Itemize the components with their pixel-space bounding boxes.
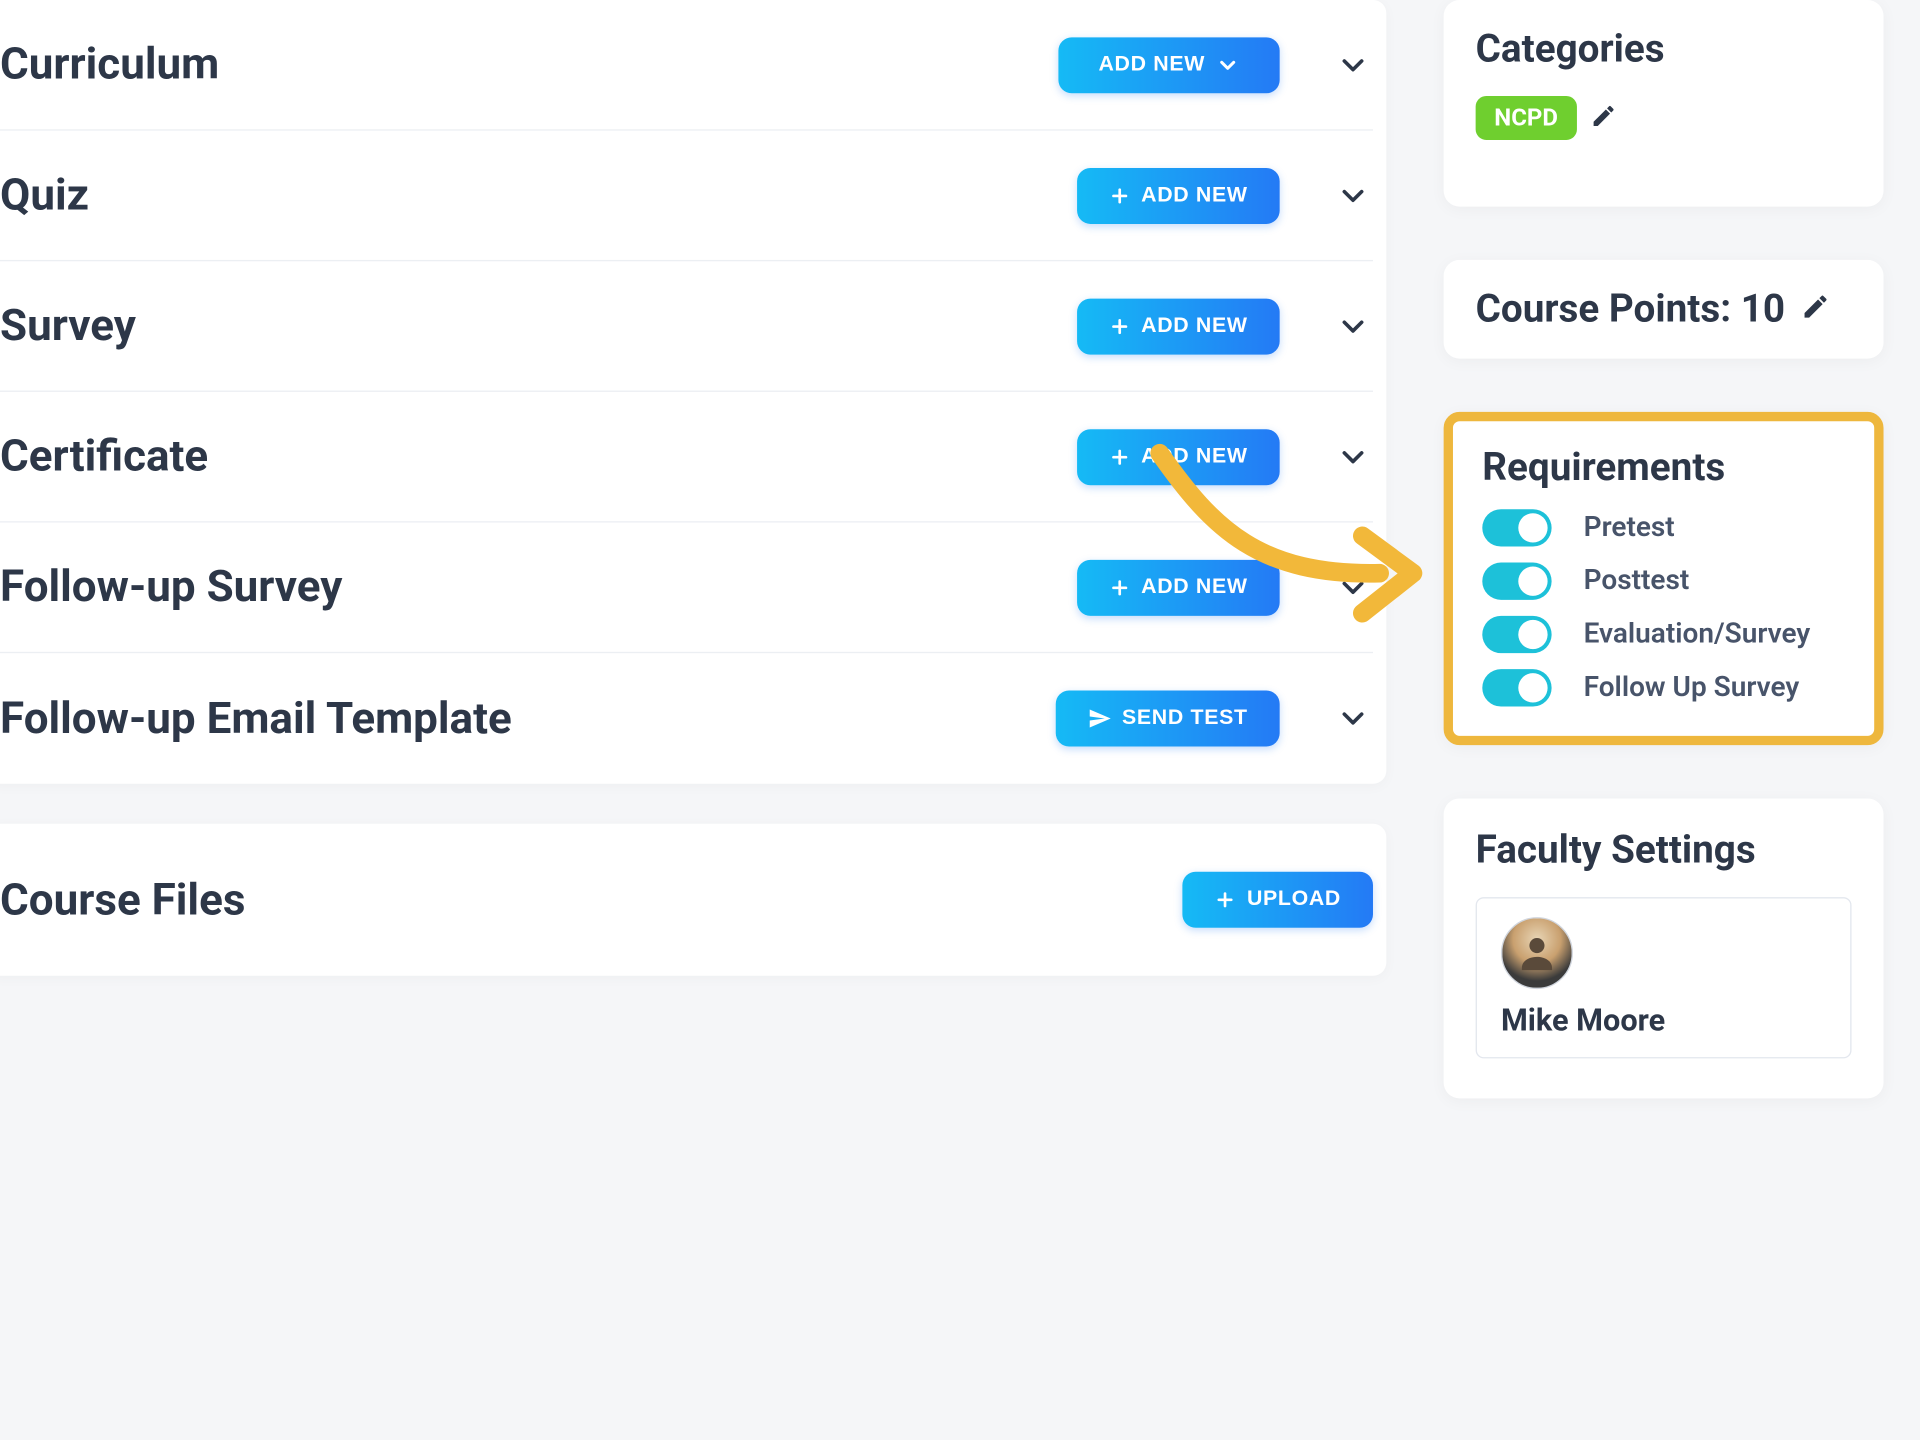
- edit-categories-button[interactable]: [1590, 102, 1617, 134]
- expand-certificate-button[interactable]: [1333, 437, 1373, 477]
- expand-followup-email-button[interactable]: [1333, 698, 1373, 738]
- course-points-card: Course Points: 10: [1444, 260, 1884, 359]
- course-points-label: Course Points: 10: [1476, 287, 1785, 332]
- toggle-posttest[interactable]: [1482, 563, 1551, 600]
- plus-icon: [1109, 185, 1130, 206]
- plus-icon: [1109, 315, 1130, 336]
- toggle-evaluation[interactable]: [1482, 616, 1551, 653]
- requirement-label: Posttest: [1584, 565, 1690, 597]
- toggle-pretest[interactable]: [1482, 509, 1551, 546]
- course-files-card: Course Files UPLOAD: [0, 824, 1386, 976]
- button-label: UPLOAD: [1247, 888, 1341, 912]
- section-row-followup-survey: Follow-up Survey ADD NEW: [0, 523, 1373, 654]
- section-row-quiz: Quiz ADD NEW: [0, 131, 1373, 262]
- requirements-card: Requirements Pretest Posttest Evaluation…: [1444, 412, 1884, 745]
- chevron-down-icon: [1336, 47, 1371, 82]
- paper-plane-icon: [1087, 706, 1111, 730]
- add-new-survey-button[interactable]: ADD NEW: [1077, 298, 1280, 354]
- section-title-curriculum: Curriculum: [0, 39, 219, 91]
- chevron-down-icon: [1336, 309, 1371, 344]
- button-label: ADD NEW: [1141, 314, 1248, 338]
- faculty-member[interactable]: Mike Moore: [1476, 897, 1852, 1058]
- section-title-followup-email: Follow-up Email Template: [0, 692, 512, 744]
- button-label: ADD NEW: [1141, 575, 1248, 599]
- section-row-curriculum: Curriculum ADD NEW: [0, 0, 1373, 131]
- requirement-item-posttest: Posttest: [1482, 563, 1845, 600]
- requirement-label: Follow Up Survey: [1584, 672, 1800, 704]
- section-title-survey: Survey: [0, 300, 136, 352]
- expand-curriculum-button[interactable]: [1333, 45, 1373, 85]
- chevron-down-icon: [1336, 570, 1371, 605]
- section-title-quiz: Quiz: [0, 169, 89, 221]
- send-test-button[interactable]: SEND TEST: [1055, 690, 1279, 746]
- toggle-followup[interactable]: [1482, 669, 1551, 706]
- section-row-survey: Survey ADD NEW: [0, 261, 1373, 392]
- section-row-certificate: Certificate ADD NEW: [0, 392, 1373, 523]
- button-label: ADD NEW: [1141, 183, 1248, 207]
- add-new-curriculum-button[interactable]: ADD NEW: [1058, 37, 1279, 93]
- expand-quiz-button[interactable]: [1333, 175, 1373, 215]
- chevron-down-icon: [1336, 178, 1371, 213]
- section-row-followup-email: Follow-up Email Template SEND TEST: [0, 653, 1373, 784]
- pencil-icon: [1801, 292, 1830, 321]
- person-icon: [1514, 930, 1559, 975]
- category-tag: NCPD: [1476, 96, 1577, 140]
- add-new-quiz-button[interactable]: ADD NEW: [1077, 167, 1280, 223]
- chevron-down-icon: [1336, 701, 1371, 736]
- categories-card: Categories NCPD: [1444, 0, 1884, 207]
- upload-button[interactable]: UPLOAD: [1183, 872, 1373, 928]
- faculty-title: Faculty Settings: [1476, 828, 1852, 873]
- expand-survey-button[interactable]: [1333, 306, 1373, 346]
- pencil-icon: [1590, 102, 1617, 129]
- categories-title: Categories: [1476, 27, 1852, 72]
- requirement-item-evaluation: Evaluation/Survey: [1482, 616, 1845, 653]
- plus-icon: [1109, 577, 1130, 598]
- button-label: ADD NEW: [1141, 445, 1248, 469]
- add-new-certificate-button[interactable]: ADD NEW: [1077, 429, 1280, 485]
- section-title-followup-survey: Follow-up Survey: [0, 561, 342, 613]
- requirement-item-pretest: Pretest: [1482, 509, 1845, 546]
- faculty-name: Mike Moore: [1501, 1002, 1826, 1038]
- section-title-certificate: Certificate: [0, 431, 208, 483]
- button-label: ADD NEW: [1098, 53, 1205, 77]
- plus-icon: [1215, 889, 1236, 910]
- edit-points-button[interactable]: [1801, 292, 1830, 327]
- faculty-settings-card: Faculty Settings Mike Moore: [1444, 798, 1884, 1098]
- plus-icon: [1109, 446, 1130, 467]
- chevron-down-icon: [1216, 53, 1240, 77]
- avatar: [1501, 917, 1573, 989]
- chevron-down-icon: [1336, 439, 1371, 474]
- expand-followup-survey-button[interactable]: [1333, 567, 1373, 607]
- requirement-label: Evaluation/Survey: [1584, 619, 1811, 651]
- course-files-title: Course Files: [0, 874, 245, 926]
- requirement-label: Pretest: [1584, 512, 1675, 544]
- requirements-title: Requirements: [1482, 445, 1845, 490]
- requirement-item-followup: Follow Up Survey: [1482, 669, 1845, 706]
- add-new-followup-survey-button[interactable]: ADD NEW: [1077, 559, 1280, 615]
- button-label: SEND TEST: [1122, 706, 1248, 730]
